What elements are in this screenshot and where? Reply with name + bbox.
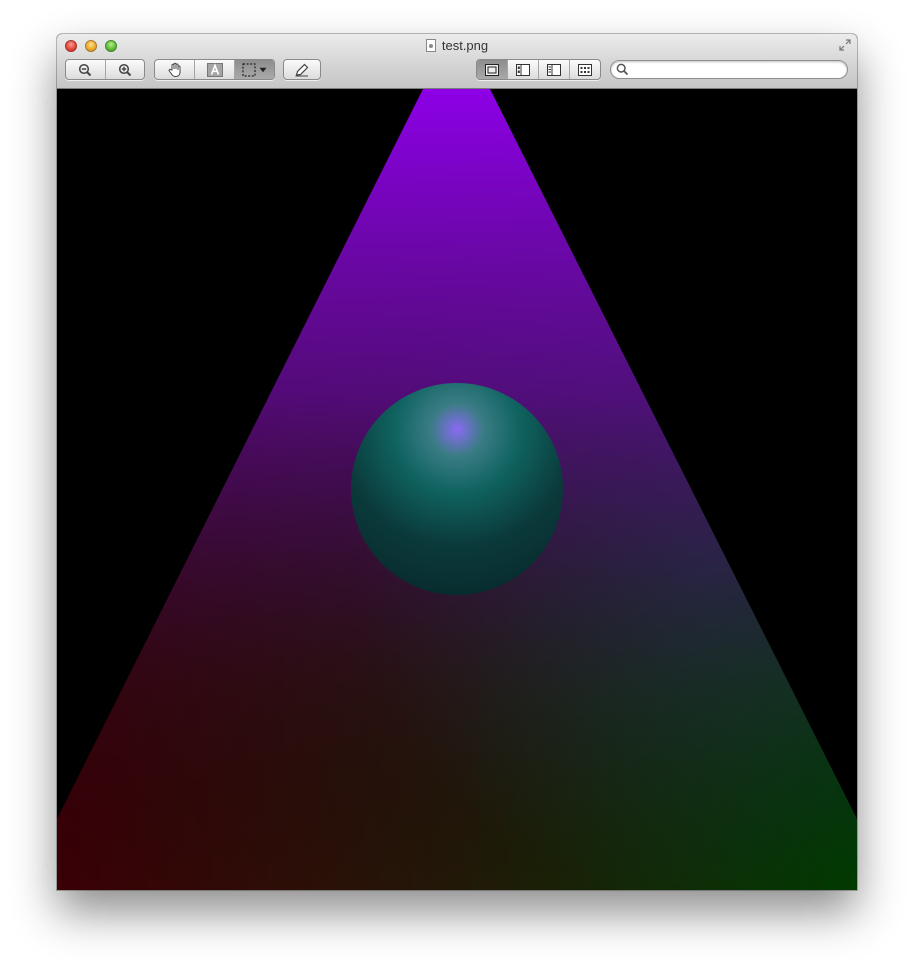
markup-button-group bbox=[283, 59, 321, 80]
content-only-view-button[interactable] bbox=[477, 60, 508, 79]
contact-sheet-view-button[interactable] bbox=[570, 60, 600, 79]
zoom-out-button[interactable] bbox=[66, 60, 106, 79]
pencil-icon bbox=[295, 63, 309, 76]
view-button-group bbox=[476, 59, 601, 80]
content-only-icon bbox=[485, 63, 499, 76]
title-bar[interactable]: test.png bbox=[57, 34, 857, 89]
chevron-down-icon bbox=[259, 67, 267, 72]
rendered-image bbox=[57, 89, 857, 890]
fullscreen-button[interactable] bbox=[839, 39, 851, 51]
sphere bbox=[351, 383, 563, 595]
zoom-in-icon bbox=[118, 63, 131, 76]
rect-select-tool-button[interactable] bbox=[235, 60, 274, 79]
document-icon bbox=[425, 39, 436, 52]
toc-sidebar-icon bbox=[547, 63, 561, 76]
tools-button-group bbox=[154, 59, 275, 80]
window-title: test.png bbox=[57, 38, 857, 54]
zoom-in-button[interactable] bbox=[106, 60, 145, 79]
thumbnails-sidebar-icon bbox=[516, 63, 530, 76]
preview-window: test.png bbox=[57, 34, 857, 890]
thumbnails-view-button[interactable] bbox=[508, 60, 539, 79]
hand-icon bbox=[168, 62, 180, 77]
search-icon bbox=[616, 63, 629, 76]
zoom-button-group bbox=[65, 59, 145, 80]
zoom-out-icon bbox=[79, 63, 92, 76]
text-select-tool-button[interactable] bbox=[195, 60, 235, 79]
window-title-text: test.png bbox=[441, 38, 489, 53]
image-canvas[interactable] bbox=[57, 89, 857, 890]
fullscreen-icon bbox=[839, 39, 851, 51]
search-input[interactable] bbox=[631, 62, 841, 77]
contact-sheet-icon bbox=[578, 63, 592, 76]
text-select-icon bbox=[206, 62, 223, 77]
toc-view-button[interactable] bbox=[539, 60, 570, 79]
move-tool-button[interactable] bbox=[155, 60, 195, 79]
annotate-button[interactable] bbox=[284, 60, 320, 79]
selection-marquee-icon bbox=[242, 62, 256, 77]
search-field[interactable] bbox=[610, 60, 848, 79]
